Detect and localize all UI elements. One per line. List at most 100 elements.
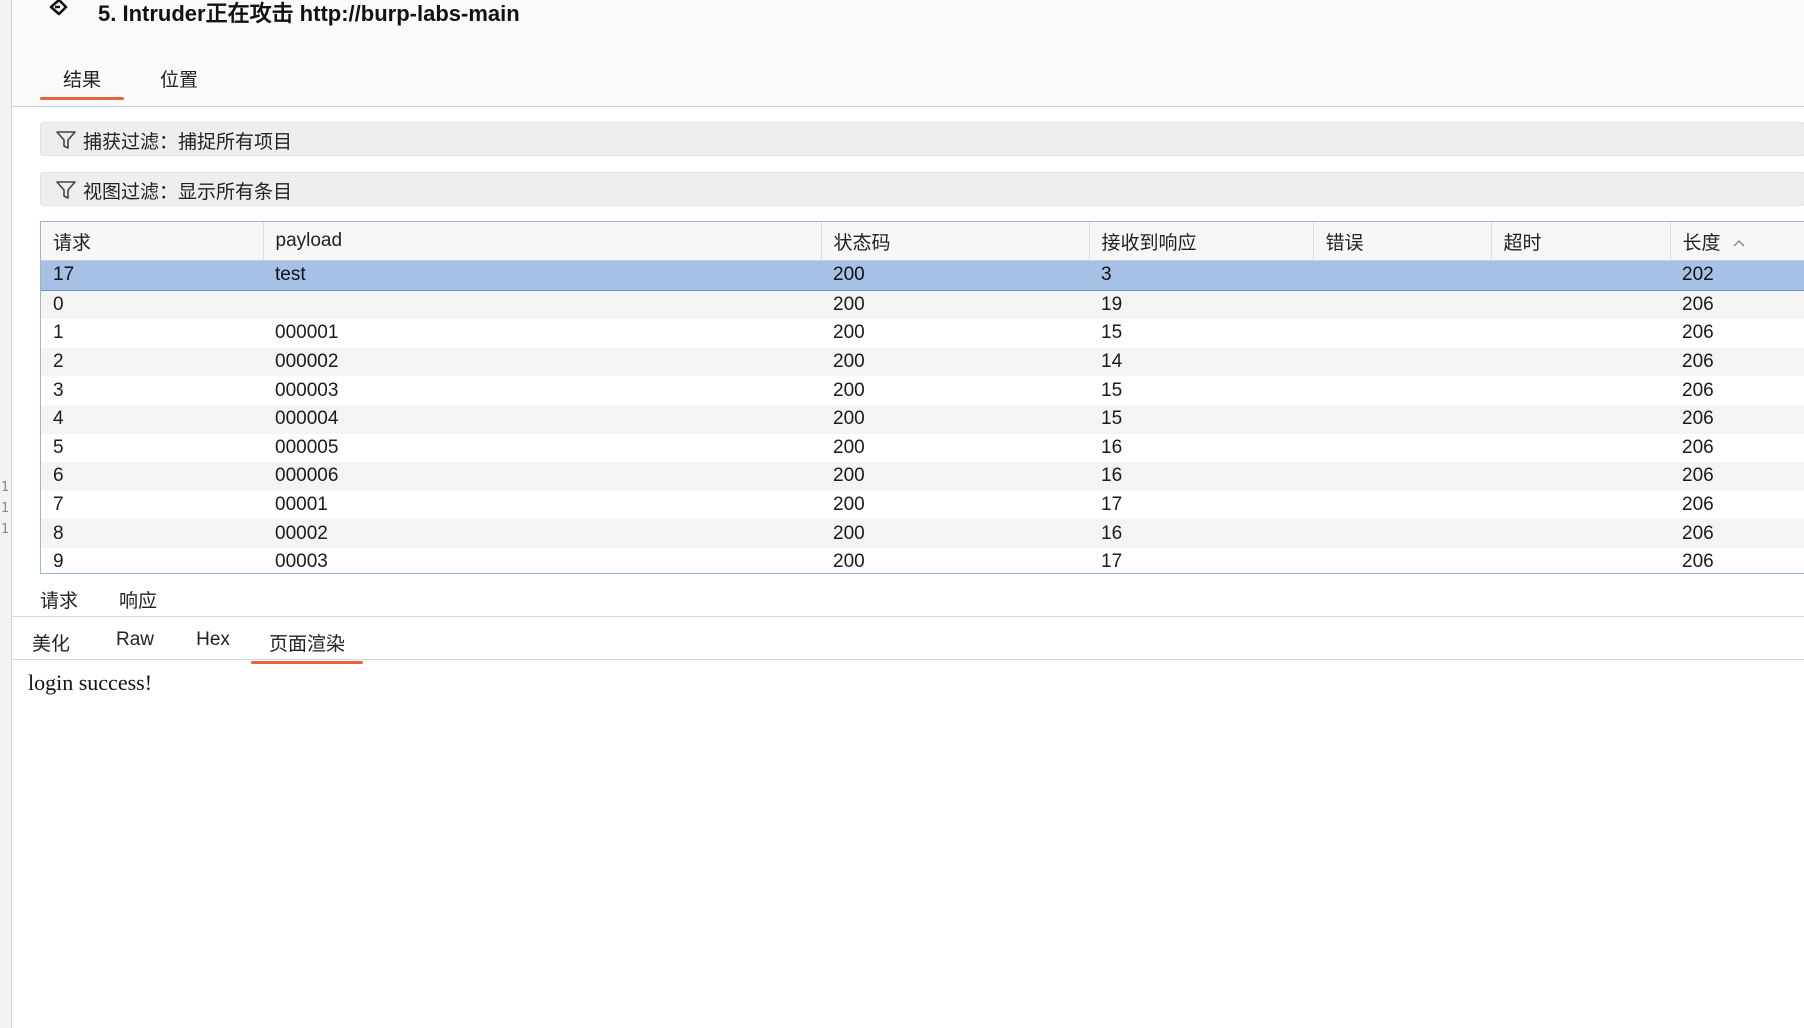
cell-payload: 00001 <box>263 490 821 520</box>
tab-pretty[interactable]: 美化 <box>26 629 76 656</box>
cell-received: 15 <box>1089 376 1313 405</box>
funnel-icon <box>56 181 76 199</box>
table-row[interactable]: 5 000005 200 16 206 <box>41 433 1804 463</box>
cell-status: 200 <box>821 462 1089 491</box>
gutter-mark: 1 <box>1 522 9 537</box>
cell-timeout <box>1491 462 1670 491</box>
cell-status: 200 <box>821 376 1089 405</box>
cell-length: 206 <box>1670 404 1804 434</box>
tab-label: 美化 <box>31 634 70 655</box>
cell-request: 8 <box>41 519 263 548</box>
column-header-received[interactable]: 接收到响应 <box>1089 222 1314 261</box>
cell-length: 206 <box>1670 547 1804 573</box>
tab-label: Raw <box>115 629 154 650</box>
cell-error <box>1313 433 1491 463</box>
cell-request: 6 <box>41 462 263 491</box>
tab-label: Hex <box>196 629 230 650</box>
cell-status: 200 <box>821 347 1089 377</box>
column-header-payload[interactable]: payload <box>263 222 822 261</box>
cell-payload: 000004 <box>263 404 821 434</box>
cell-received: 19 <box>1089 290 1313 320</box>
cell-length: 206 <box>1670 319 1804 348</box>
cell-status: 200 <box>821 519 1089 548</box>
column-header-length[interactable]: 长度 <box>1670 222 1804 261</box>
view-filter-label: 视图过滤：显示所有条目 <box>83 182 293 203</box>
table-row[interactable]: 1 000001 200 15 206 <box>41 319 1804 348</box>
rendered-response-text: login success! <box>28 670 153 695</box>
cell-payload: 000002 <box>263 347 821 377</box>
cell-error <box>1313 404 1491 434</box>
cell-status: 200 <box>821 547 1089 573</box>
table-row[interactable]: 3 000003 200 15 206 <box>41 376 1804 405</box>
funnel-icon <box>56 131 76 149</box>
table-row[interactable]: 7 00001 200 17 206 <box>41 490 1804 520</box>
tab-results[interactable]: 结果 <box>40 65 124 100</box>
left-gutter: 1 1 1 <box>0 0 12 1028</box>
column-header-label: 超时 <box>1503 232 1542 254</box>
column-header-status[interactable]: 状态码 <box>821 222 1090 261</box>
tab-request[interactable]: 请求 <box>28 586 90 613</box>
column-header-timeout[interactable]: 超时 <box>1491 222 1671 261</box>
column-header-label: payload <box>275 230 343 251</box>
cell-timeout <box>1491 376 1670 405</box>
capture-filter-label: 捕获过滤：捕捉所有项目 <box>83 132 293 153</box>
gutter-mark: 1 <box>1 480 9 495</box>
cell-payload: 000006 <box>263 462 821 491</box>
cell-status: 200 <box>821 290 1089 320</box>
cell-error <box>1313 519 1491 548</box>
cell-received: 17 <box>1089 490 1313 520</box>
column-header-label: 接收到响应 <box>1101 232 1197 254</box>
capture-filter-bar[interactable]: 捕获过滤：捕捉所有项目 <box>40 122 1804 156</box>
cell-error <box>1313 462 1491 491</box>
tab-render[interactable]: 页面渲染 <box>251 629 363 664</box>
cell-timeout <box>1491 319 1670 348</box>
cell-error <box>1313 376 1491 405</box>
cell-received: 16 <box>1089 433 1313 463</box>
cell-error <box>1313 347 1491 377</box>
cell-payload <box>263 290 821 320</box>
tab-response[interactable]: 响应 <box>96 586 180 621</box>
table-row[interactable]: 0 200 19 206 <box>41 290 1804 320</box>
cell-status: 200 <box>821 490 1089 520</box>
tab-positions[interactable]: 位置 <box>140 65 218 92</box>
table-row[interactable]: 17 test 200 3 202 <box>41 260 1804 291</box>
table-row[interactable]: 8 00002 200 16 206 <box>41 519 1804 548</box>
cell-status: 200 <box>821 260 1089 291</box>
burp-intruder-icon <box>42 0 72 27</box>
cell-error <box>1313 547 1491 573</box>
cell-timeout <box>1491 490 1670 520</box>
cell-request: 4 <box>41 404 263 434</box>
column-header-label: 状态码 <box>833 232 891 254</box>
cell-request: 2 <box>41 347 263 377</box>
cell-received: 15 <box>1089 404 1313 434</box>
table-row[interactable]: 6 000006 200 16 206 <box>41 462 1804 491</box>
tab-label: 请求 <box>39 591 78 612</box>
cell-received: 16 <box>1089 462 1313 491</box>
cell-payload: 00003 <box>263 547 821 573</box>
tab-hex[interactable]: Hex <box>188 629 238 651</box>
cell-request: 17 <box>41 260 263 291</box>
cell-timeout <box>1491 290 1670 320</box>
column-header-label: 错误 <box>1325 232 1364 254</box>
cell-length: 206 <box>1670 347 1804 377</box>
column-header-label: 长度 <box>1682 232 1721 254</box>
cell-received: 15 <box>1089 319 1313 348</box>
table-row[interactable]: 2 000002 200 14 206 <box>41 347 1804 377</box>
results-table-container: 请求 payload 状态码 接收到响应 错误 超时 长度 17 test 200 3… <box>40 221 1804 574</box>
table-row[interactable]: 4 000004 200 15 206 <box>41 404 1804 434</box>
column-header-request[interactable]: 请求 <box>41 222 264 261</box>
cell-status: 200 <box>821 319 1089 348</box>
cell-length: 202 <box>1670 260 1804 291</box>
cell-length: 206 <box>1670 376 1804 405</box>
cell-request: 9 <box>41 547 263 573</box>
cell-timeout <box>1491 347 1670 377</box>
table-row[interactable]: 9 00003 200 17 206 <box>41 547 1804 573</box>
view-filter-bar[interactable]: 视图过滤：显示所有条目 <box>40 172 1804 206</box>
cell-timeout <box>1491 404 1670 434</box>
cell-payload: test <box>263 260 821 291</box>
column-header-error[interactable]: 错误 <box>1313 222 1492 261</box>
cell-timeout <box>1491 433 1670 463</box>
tab-label: 页面渲染 <box>268 634 345 655</box>
tab-raw[interactable]: Raw <box>108 629 162 651</box>
cell-status: 200 <box>821 404 1089 434</box>
